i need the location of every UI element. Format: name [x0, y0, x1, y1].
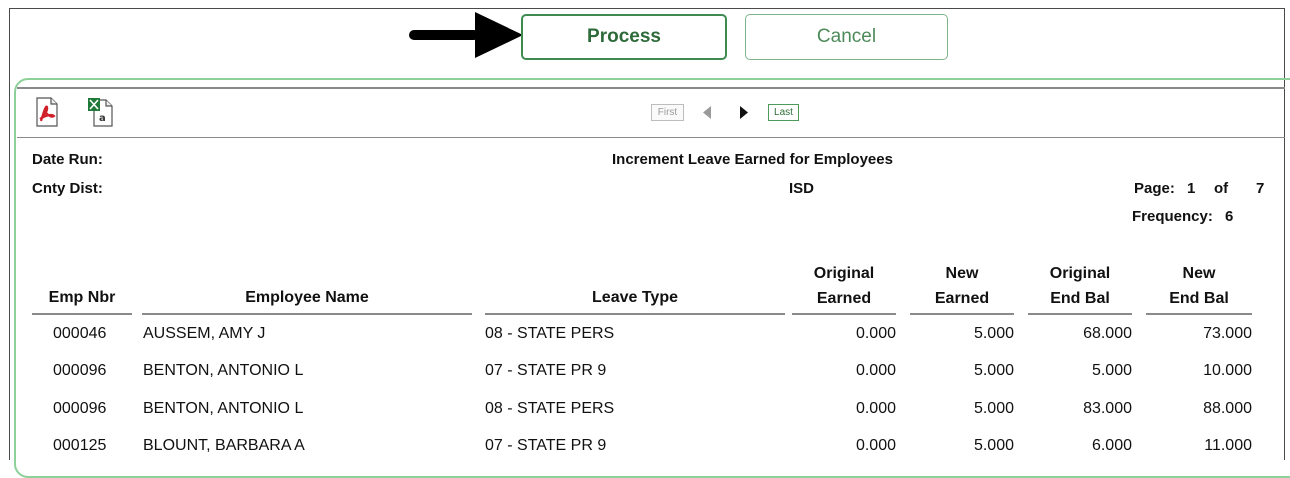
header-underline [1146, 313, 1252, 315]
employee-name-cell: BENTON, ANTONIO L [143, 400, 304, 417]
page-label: Page: [1134, 180, 1175, 197]
emp-nbr-cell: 000046 [53, 325, 107, 342]
cnty-dist-label: Cnty Dist: [32, 180, 103, 197]
process-button[interactable]: Process [521, 14, 727, 60]
original-end-bal-cell: 83.000 [1083, 400, 1132, 417]
leave-type-cell: 07 - STATE PR 9 [485, 362, 607, 379]
original-end-bal-cell: 5.000 [1091, 362, 1132, 379]
new-earned-cell: 5.000 [973, 400, 1014, 417]
col-header-original-end-bal: Original End Bal [1049, 265, 1111, 307]
col-header-new-end-bal: New End Bal [1169, 265, 1229, 307]
header-underline [485, 313, 785, 315]
header-underline [1028, 313, 1132, 315]
pointer-arrow-icon [409, 12, 523, 58]
leave-type-cell: 08 - STATE PERS [485, 325, 615, 342]
emp-nbr-cell: 000096 [53, 362, 107, 379]
report-title: Increment Leave Earned for Employees [612, 151, 893, 168]
new-end-bal-cell: 10.000 [1203, 362, 1252, 379]
page-current: 1 [1187, 180, 1196, 197]
col-header-leave-type: Leave Type [592, 289, 678, 306]
original-earned-cell: 0.000 [855, 400, 896, 417]
col-header-emp-nbr: Emp Nbr [48, 289, 116, 306]
col-header-employee-name: Employee Name [245, 289, 369, 306]
original-end-bal-cell: 6.000 [1091, 437, 1132, 454]
svg-text:a: a [99, 113, 106, 124]
excel-export-icon[interactable]: a [87, 97, 113, 127]
new-earned-cell: 5.000 [973, 362, 1014, 379]
employee-name-cell: BLOUNT, BARBARA A [143, 437, 305, 454]
header-underline [792, 313, 896, 315]
leave-type-cell: 07 - STATE PR 9 [485, 437, 607, 454]
date-run-label: Date Run: [32, 151, 103, 168]
original-earned-cell: 0.000 [855, 362, 896, 379]
leave-type-cell: 08 - STATE PERS [485, 400, 615, 417]
cancel-button[interactable]: Cancel [745, 14, 948, 60]
pager-prev-icon[interactable] [701, 104, 713, 121]
new-earned-cell: 5.000 [973, 325, 1014, 342]
emp-nbr-cell: 000096 [53, 400, 107, 417]
page-total: 7 [1256, 180, 1265, 197]
district-name: ISD [789, 180, 815, 197]
original-earned-cell: 0.000 [855, 325, 896, 342]
frequency-value: 6 [1225, 208, 1234, 225]
pager-next-icon[interactable] [738, 104, 750, 121]
header-underline [910, 313, 1014, 315]
original-earned-cell: 0.000 [855, 437, 896, 454]
pager-first-button[interactable]: First [651, 104, 684, 121]
frequency-label: Frequency: [1132, 208, 1213, 225]
page-of-label: of [1214, 180, 1229, 197]
col-header-original-earned: Original Earned [813, 265, 875, 307]
new-end-bal-cell: 73.000 [1203, 325, 1252, 342]
employee-name-cell: BENTON, ANTONIO L [143, 362, 304, 379]
new-end-bal-cell: 11.000 [1204, 437, 1252, 454]
header-underline [32, 313, 132, 315]
new-earned-cell: 5.000 [973, 437, 1014, 454]
pager-last-button[interactable]: Last [768, 104, 799, 121]
emp-nbr-cell: 000125 [53, 437, 107, 454]
toolbar-divider [17, 87, 1285, 89]
pdf-export-icon[interactable] [34, 97, 60, 127]
original-end-bal-cell: 68.000 [1083, 325, 1132, 342]
col-header-new-earned: New Earned [934, 265, 990, 307]
employee-name-cell: AUSSEM, AMY J [143, 325, 266, 342]
toolbar-divider [17, 137, 1285, 138]
header-underline [142, 313, 472, 315]
new-end-bal-cell: 88.000 [1203, 400, 1252, 417]
